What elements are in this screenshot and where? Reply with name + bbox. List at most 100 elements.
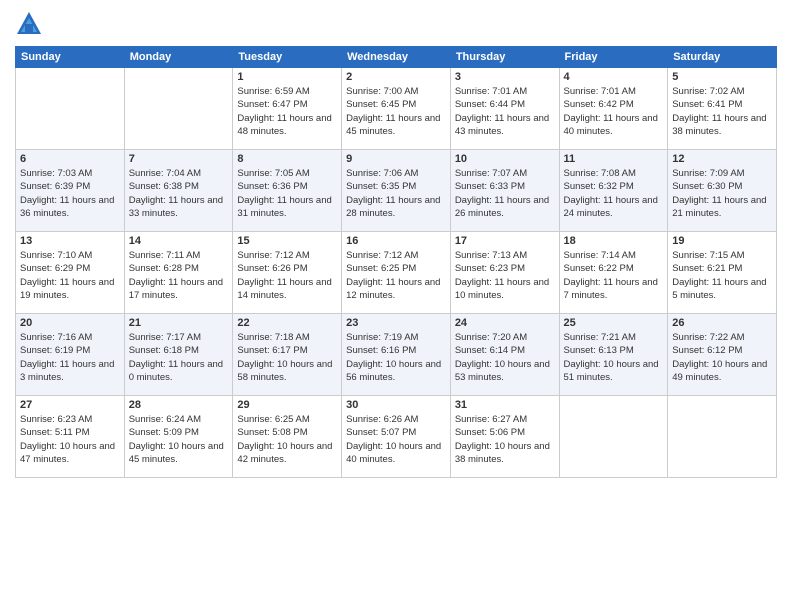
day-number: 25 <box>564 317 664 329</box>
day-number: 11 <box>564 153 664 165</box>
calendar-week-row: 1Sunrise: 6:59 AM Sunset: 6:47 PM Daylig… <box>16 68 777 150</box>
weekday-header: Friday <box>559 47 668 68</box>
weekday-header: Saturday <box>668 47 777 68</box>
calendar-cell: 17 Sunrise: 7:13 AM Sunset: 6:23 PM Dayli… <box>450 232 559 314</box>
cell-content: Sunrise: 6:24 AM Sunset: 5:09 PM Dayligh… <box>129 413 229 466</box>
cell-content: Sunrise: 7:01 AM Sunset: 6:42 PM Dayligh… <box>564 85 664 138</box>
cell-content: Sunrise: 7:13 AM Sunset: 6:23 PM Dayligh… <box>455 249 555 302</box>
calendar-cell: 31Sunrise: 6:27 AM Sunset: 5:06 PM Dayli… <box>450 396 559 478</box>
cell-content: Sunrise: 6:23 AM Sunset: 5:11 PM Dayligh… <box>20 413 120 466</box>
cell-content: Sunrise: 7:08 AM Sunset: 6:32 PM Dayligh… <box>564 167 664 220</box>
calendar-page: SundayMondayTuesdayWednesdayThursdayFrid… <box>0 0 792 488</box>
day-number: 10 <box>455 153 555 165</box>
cell-content: Sunrise: 7:12 AM Sunset: 6:26 PM Dayligh… <box>237 249 337 302</box>
calendar-week-row: 6 Sunrise: 7:03 AM Sunset: 6:39 PM Daylig… <box>16 150 777 232</box>
calendar-table: SundayMondayTuesdayWednesdayThursdayFrid… <box>15 46 777 478</box>
day-number: 1 <box>237 71 337 83</box>
header <box>15 10 777 38</box>
day-number: 9 <box>346 153 446 165</box>
calendar-cell: 10 Sunrise: 7:07 AM Sunset: 6:33 PM Dayli… <box>450 150 559 232</box>
weekday-header: Thursday <box>450 47 559 68</box>
calendar-cell: 18 Sunrise: 7:14 AM Sunset: 6:22 PM Dayli… <box>559 232 668 314</box>
weekday-header: Wednesday <box>342 47 451 68</box>
weekday-header: Monday <box>124 47 233 68</box>
calendar-cell: 11 Sunrise: 7:08 AM Sunset: 6:32 PM Dayli… <box>559 150 668 232</box>
calendar-cell: 22 Sunrise: 7:18 AM Sunset: 6:17 PM Dayli… <box>233 314 342 396</box>
calendar-cell: 24Sunrise: 7:20 AM Sunset: 6:14 PM Dayli… <box>450 314 559 396</box>
day-number: 30 <box>346 399 446 411</box>
day-number: 29 <box>237 399 337 411</box>
calendar-cell: 1Sunrise: 6:59 AM Sunset: 6:47 PM Daylig… <box>233 68 342 150</box>
day-number: 17 <box>455 235 555 247</box>
day-number: 21 <box>129 317 229 329</box>
day-number: 14 <box>129 235 229 247</box>
cell-content: Sunrise: 7:17 AM Sunset: 6:18 PM Dayligh… <box>129 331 229 384</box>
day-number: 16 <box>346 235 446 247</box>
cell-content: Sunrise: 7:03 AM Sunset: 6:39 PM Dayligh… <box>20 167 120 220</box>
calendar-cell: 28 Sunrise: 6:24 AM Sunset: 5:09 PM Dayli… <box>124 396 233 478</box>
day-number: 15 <box>237 235 337 247</box>
calendar-cell: 5Sunrise: 7:02 AM Sunset: 6:41 PM Daylig… <box>668 68 777 150</box>
day-number: 27 <box>20 399 120 411</box>
calendar-cell: 29 Sunrise: 6:25 AM Sunset: 5:08 PM Dayli… <box>233 396 342 478</box>
cell-content: Sunrise: 7:12 AM Sunset: 6:25 PM Dayligh… <box>346 249 446 302</box>
day-number: 23 <box>346 317 446 329</box>
calendar-cell: 2 Sunrise: 7:00 AM Sunset: 6:45 PM Daylig… <box>342 68 451 150</box>
calendar-cell: 3 Sunrise: 7:01 AM Sunset: 6:44 PM Daylig… <box>450 68 559 150</box>
calendar-cell: 12 Sunrise: 7:09 AM Sunset: 6:30 PM Dayli… <box>668 150 777 232</box>
cell-content: Sunrise: 7:21 AM Sunset: 6:13 PM Dayligh… <box>564 331 664 384</box>
calendar-cell: 6 Sunrise: 7:03 AM Sunset: 6:39 PM Daylig… <box>16 150 125 232</box>
cell-content: Sunrise: 7:04 AM Sunset: 6:38 PM Dayligh… <box>129 167 229 220</box>
calendar-cell: 25 Sunrise: 7:21 AM Sunset: 6:13 PM Dayli… <box>559 314 668 396</box>
day-number: 4 <box>564 71 664 83</box>
calendar-cell: 7Sunrise: 7:04 AM Sunset: 6:38 PM Daylig… <box>124 150 233 232</box>
cell-content: Sunrise: 7:22 AM Sunset: 6:12 PM Dayligh… <box>672 331 772 384</box>
calendar-cell <box>559 396 668 478</box>
weekday-header: Tuesday <box>233 47 342 68</box>
cell-content: Sunrise: 7:15 AM Sunset: 6:21 PM Dayligh… <box>672 249 772 302</box>
cell-content: Sunrise: 6:25 AM Sunset: 5:08 PM Dayligh… <box>237 413 337 466</box>
day-number: 18 <box>564 235 664 247</box>
logo-icon <box>15 10 43 38</box>
cell-content: Sunrise: 7:14 AM Sunset: 6:22 PM Dayligh… <box>564 249 664 302</box>
calendar-cell: 8 Sunrise: 7:05 AM Sunset: 6:36 PM Daylig… <box>233 150 342 232</box>
cell-content: Sunrise: 7:20 AM Sunset: 6:14 PM Dayligh… <box>455 331 555 384</box>
day-number: 2 <box>346 71 446 83</box>
day-number: 19 <box>672 235 772 247</box>
calendar-cell: 30 Sunrise: 6:26 AM Sunset: 5:07 PM Dayli… <box>342 396 451 478</box>
cell-content: Sunrise: 7:02 AM Sunset: 6:41 PM Dayligh… <box>672 85 772 138</box>
day-number: 13 <box>20 235 120 247</box>
header-row: SundayMondayTuesdayWednesdayThursdayFrid… <box>16 47 777 68</box>
cell-content: Sunrise: 7:01 AM Sunset: 6:44 PM Dayligh… <box>455 85 555 138</box>
day-number: 8 <box>237 153 337 165</box>
calendar-week-row: 27 Sunrise: 6:23 AM Sunset: 5:11 PM Dayli… <box>16 396 777 478</box>
cell-content: Sunrise: 7:16 AM Sunset: 6:19 PM Dayligh… <box>20 331 120 384</box>
calendar-cell: 23 Sunrise: 7:19 AM Sunset: 6:16 PM Dayli… <box>342 314 451 396</box>
day-number: 26 <box>672 317 772 329</box>
cell-content: Sunrise: 6:26 AM Sunset: 5:07 PM Dayligh… <box>346 413 446 466</box>
calendar-cell: 27 Sunrise: 6:23 AM Sunset: 5:11 PM Dayli… <box>16 396 125 478</box>
cell-content: Sunrise: 7:18 AM Sunset: 6:17 PM Dayligh… <box>237 331 337 384</box>
calendar-cell: 15 Sunrise: 7:12 AM Sunset: 6:26 PM Dayli… <box>233 232 342 314</box>
day-number: 12 <box>672 153 772 165</box>
logo <box>15 10 47 38</box>
calendar-cell: 19 Sunrise: 7:15 AM Sunset: 6:21 PM Dayli… <box>668 232 777 314</box>
cell-content: Sunrise: 7:05 AM Sunset: 6:36 PM Dayligh… <box>237 167 337 220</box>
calendar-cell: 21 Sunrise: 7:17 AM Sunset: 6:18 PM Dayli… <box>124 314 233 396</box>
calendar-cell <box>124 68 233 150</box>
calendar-cell: 26 Sunrise: 7:22 AM Sunset: 6:12 PM Dayli… <box>668 314 777 396</box>
calendar-cell <box>16 68 125 150</box>
day-number: 3 <box>455 71 555 83</box>
weekday-header: Sunday <box>16 47 125 68</box>
day-number: 31 <box>455 399 555 411</box>
calendar-cell <box>668 396 777 478</box>
day-number: 6 <box>20 153 120 165</box>
cell-content: Sunrise: 7:07 AM Sunset: 6:33 PM Dayligh… <box>455 167 555 220</box>
day-number: 28 <box>129 399 229 411</box>
day-number: 22 <box>237 317 337 329</box>
day-number: 20 <box>20 317 120 329</box>
cell-content: Sunrise: 7:06 AM Sunset: 6:35 PM Dayligh… <box>346 167 446 220</box>
cell-content: Sunrise: 7:00 AM Sunset: 6:45 PM Dayligh… <box>346 85 446 138</box>
cell-content: Sunrise: 7:19 AM Sunset: 6:16 PM Dayligh… <box>346 331 446 384</box>
cell-content: Sunrise: 7:09 AM Sunset: 6:30 PM Dayligh… <box>672 167 772 220</box>
